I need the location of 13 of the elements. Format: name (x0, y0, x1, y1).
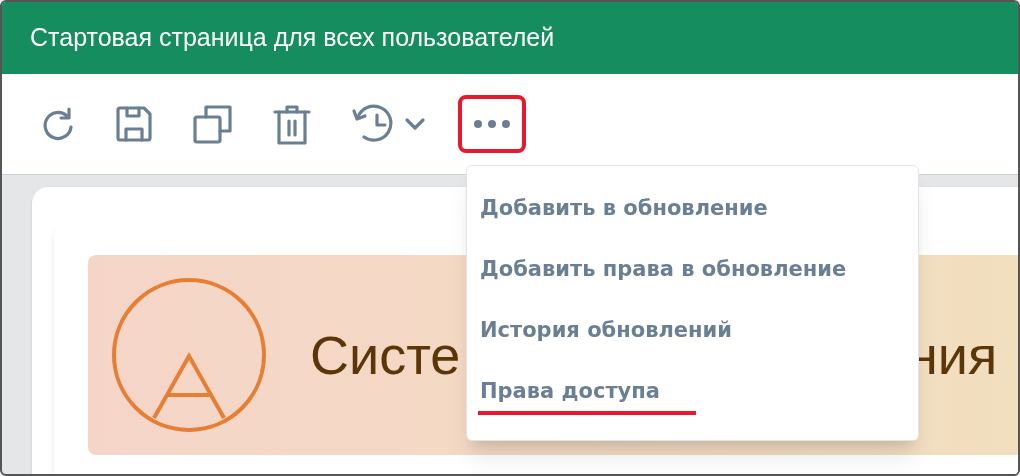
banner-title: Систе (310, 323, 461, 387)
window-title: Стартовая страница для всех пользователей (30, 22, 555, 54)
trash-icon (272, 102, 312, 146)
copy-icon (192, 103, 234, 145)
menu-item[interactable]: Добавить в обновление (480, 192, 768, 224)
refresh-icon (40, 105, 76, 143)
more-icon (472, 118, 512, 130)
more-button[interactable] (458, 95, 526, 153)
save-icon (114, 104, 154, 144)
menu-item[interactable]: История обновлений (480, 314, 733, 346)
menu-item[interactable]: Добавить права в обновление (480, 253, 847, 285)
logo-icon (110, 276, 268, 434)
menu-item[interactable]: Права доступа (480, 375, 660, 407)
